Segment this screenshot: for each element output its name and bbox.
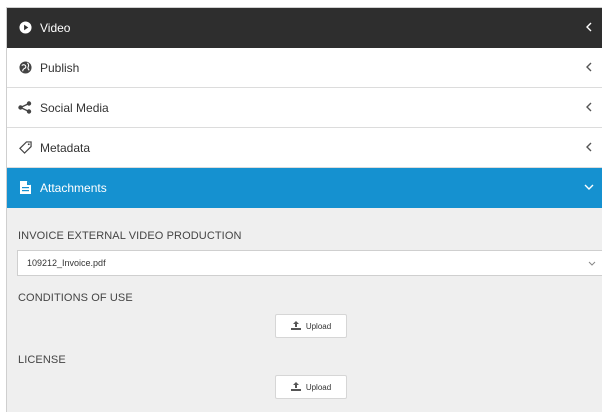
upload-icon: [290, 320, 301, 332]
license-label: LICENSE: [18, 354, 66, 366]
section-video-label: Video: [40, 20, 71, 35]
license-upload-label: Upload: [305, 382, 332, 392]
file-icon: [18, 181, 32, 195]
attachments-content: INVOICE EXTERNAL VIDEO PRODUCTION 109212…: [7, 208, 602, 408]
section-social-media-label: Social Media: [40, 100, 109, 115]
upload-icon: [290, 381, 301, 393]
invoice-file-select[interactable]: 109212_Invoice.pdf: [17, 250, 602, 276]
chevron-left-icon: [582, 100, 596, 114]
globe-icon: [18, 61, 32, 75]
license-upload-button[interactable]: Upload: [275, 375, 347, 399]
section-metadata-header[interactable]: Metadata: [7, 128, 602, 168]
caret-down-icon: [588, 259, 596, 267]
section-publish-header[interactable]: Publish: [7, 48, 602, 88]
section-metadata-label: Metadata: [40, 140, 91, 155]
play-circle-icon: [18, 21, 32, 35]
chevron-down-icon: [582, 180, 596, 194]
conditions-upload-label: Upload: [305, 321, 332, 331]
tag-icon: [18, 141, 32, 155]
conditions-of-use-label: CONDITIONS OF USE: [18, 292, 133, 304]
chevron-left-icon: [582, 140, 596, 154]
section-social-media-header[interactable]: Social Media: [7, 88, 602, 128]
accordion-panel: Video Publish Social Media Metadata Atta…: [6, 7, 602, 412]
invoice-label: INVOICE EXTERNAL VIDEO PRODUCTION: [18, 230, 242, 242]
section-attachments-header[interactable]: Attachments: [7, 168, 602, 208]
conditions-upload-button[interactable]: Upload: [275, 314, 347, 338]
section-publish-label: Publish: [40, 60, 80, 75]
chevron-left-icon: [582, 60, 596, 74]
section-attachments-label: Attachments: [40, 180, 107, 195]
section-video-header[interactable]: Video: [7, 8, 602, 48]
share-icon: [18, 101, 32, 115]
chevron-left-icon: [582, 20, 596, 34]
invoice-file-value: 109212_Invoice.pdf: [27, 258, 106, 268]
